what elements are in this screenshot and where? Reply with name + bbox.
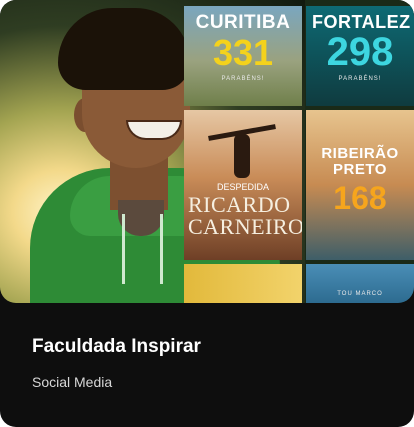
card-meta: Faculdada Inspirar [32,336,201,358]
figure [234,134,250,178]
thumbnail-number: 298 [326,30,394,74]
thumbnail-ricardo: DESPEDIDA RICARDO CARNEIRO [184,110,302,260]
project-cover-image[interactable]: CURITIBA 331 PARABÉNS! FORTALEZ 298 PARA… [0,0,414,303]
thumbnail-title: CURITIBA [195,12,291,33]
thumbnail-fortaleza: FORTALEZ 298 PARABÉNS! [306,6,414,106]
thumbnail-yellow [184,264,302,303]
thumbnail-curitiba: CURITIBA 331 PARABÉNS! [184,6,302,106]
project-title[interactable]: Faculdada Inspirar [32,336,201,358]
hair [58,8,190,90]
thumbnail-number: 331 [212,32,274,73]
project-card[interactable]: CURITIBA 331 PARABÉNS! FORTALEZ 298 PARA… [0,0,414,427]
thumbnail-ribeirao: RIBEIRÃO PRETO 168 [306,110,414,260]
hoodie-string [160,214,163,284]
hoodie-string [122,214,125,284]
thumbnail-footer: PARABÉNS! [338,76,382,82]
thumbnail-number: 168 [333,180,387,216]
thumbnail-title: RIBEIRÃO PRETO [321,145,399,178]
project-category: Social Media [32,374,113,390]
thumbnail-footer: PARABÉNS! [221,76,265,82]
thumbnail-caption: DESPEDIDA [216,182,269,192]
thumbnail-sky: TOU MARCO [306,264,414,303]
thumbnail-title: RICARDO CARNEIRO [188,192,302,239]
thumbnail-footer: TOU MARCO [337,291,383,297]
